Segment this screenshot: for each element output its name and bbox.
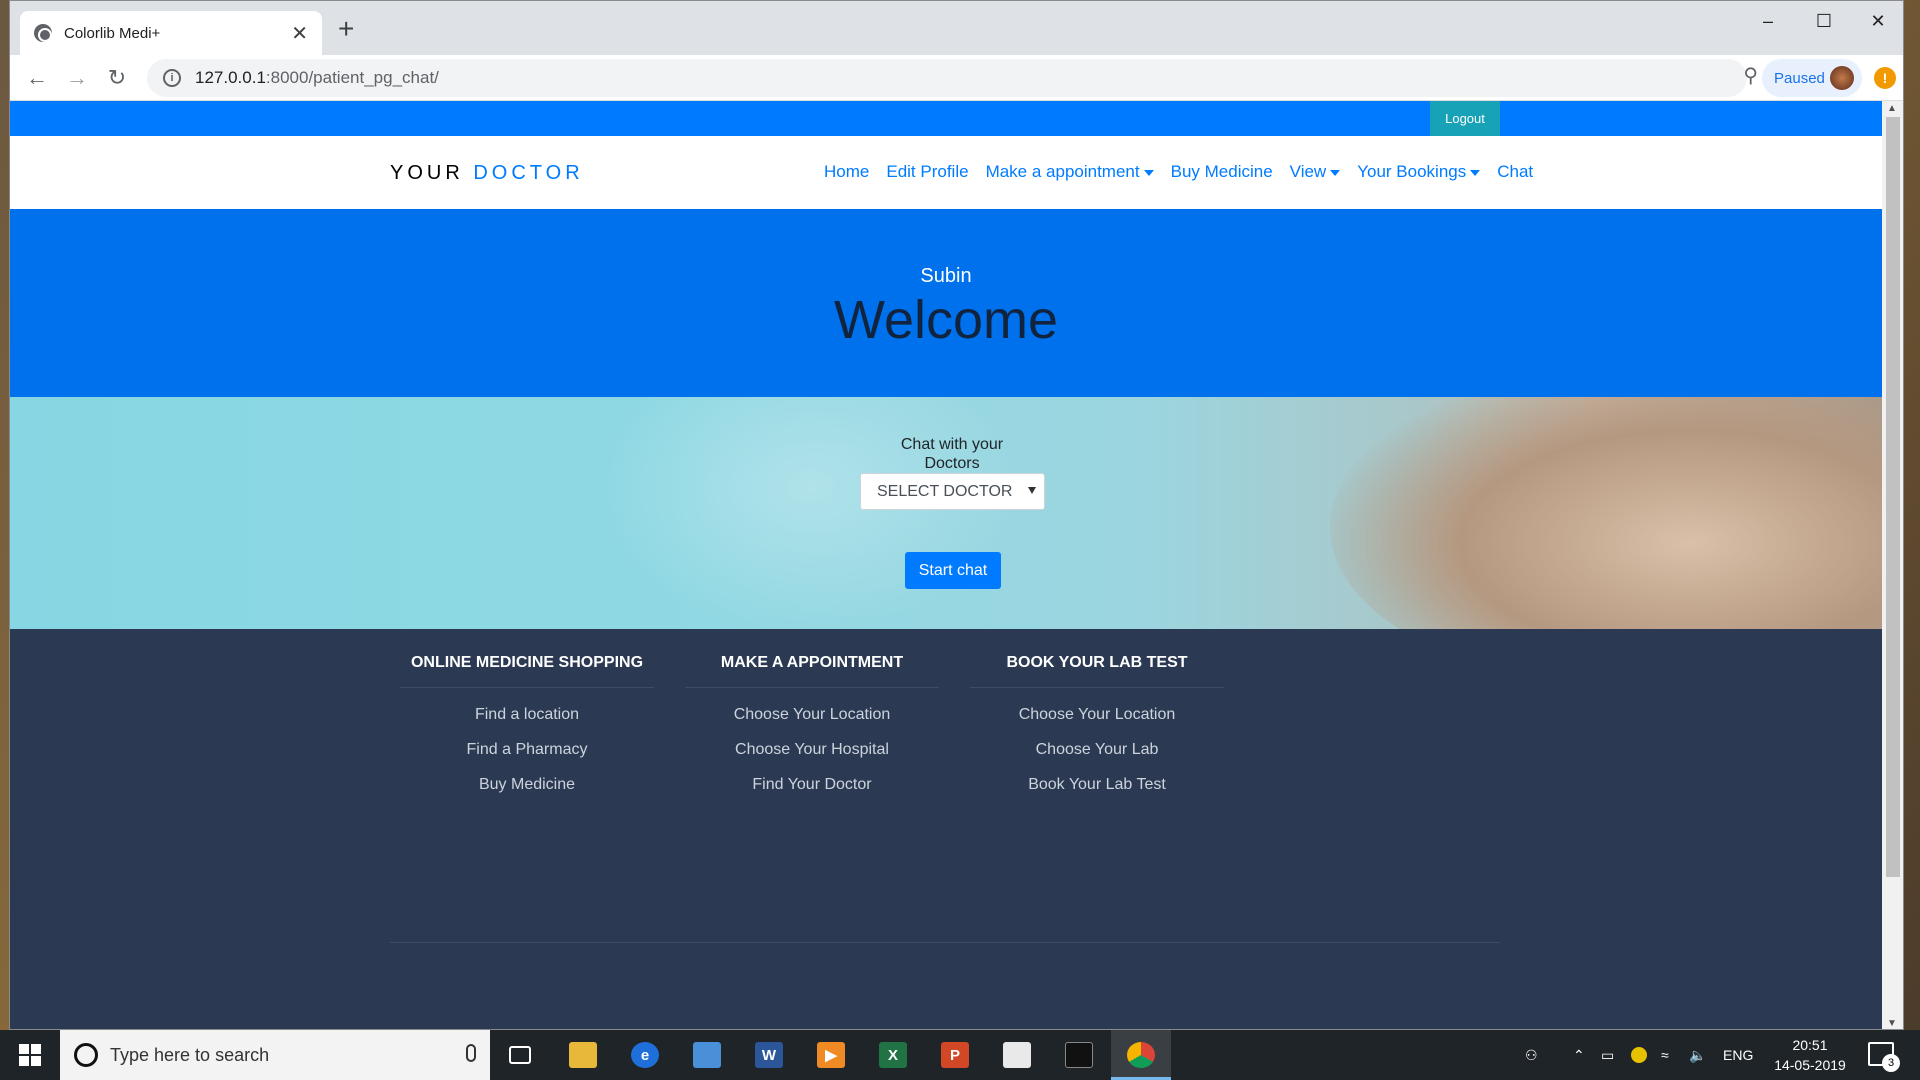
nav-view-dropdown[interactable]: View [1290, 162, 1341, 182]
browser-toolbar: ← → ↻ i 127.0.0.1:8000/patient_pg_chat/ … [10, 55, 1903, 101]
main-menu: Home Edit Profile Make a appointment Buy… [824, 162, 1533, 182]
footer-link[interactable]: Find a location [400, 706, 654, 741]
footer-heading: BOOK YOUR LAB TEST [970, 654, 1224, 688]
footer-link[interactable]: Book Your Lab Test [970, 776, 1224, 811]
logout-button[interactable]: Logout [1430, 101, 1500, 136]
browser-window: Colorlib Medi+ ✕ + – ☐ ✕ ← → ↻ i 127.0.0… [9, 0, 1904, 1030]
media-player-icon[interactable]: ▶ [801, 1030, 861, 1080]
nav-appointment-dropdown[interactable]: Make a appointment [986, 162, 1154, 182]
start-button[interactable] [0, 1030, 60, 1080]
scrollbar-thumb[interactable] [1886, 117, 1900, 877]
nav-chat[interactable]: Chat [1497, 162, 1533, 182]
chrome-icon[interactable] [1111, 1030, 1171, 1080]
scroll-down-icon[interactable]: ▼ [1887, 1018, 1897, 1029]
network-status-icon[interactable] [1631, 1030, 1647, 1080]
cortana-icon [74, 1043, 98, 1067]
notification-icon[interactable]: 3 [1868, 1042, 1900, 1072]
caret-down-icon [1330, 169, 1341, 176]
taskbar-search[interactable]: Type here to search [60, 1030, 490, 1080]
web-page: Logout YOUR DOCTOR Home Edit Profile Mak… [10, 101, 1882, 1029]
clock[interactable]: 20:51 14-05-2019 [1760, 1035, 1860, 1075]
scrollbar[interactable]: ▲ ▼ [1882, 101, 1903, 1029]
footer-link[interactable]: Choose Your Location [685, 706, 939, 741]
top-bar: Logout [10, 101, 1882, 136]
excel-icon[interactable]: X [863, 1030, 923, 1080]
globe-icon [34, 24, 52, 42]
footer-heading: MAKE A APPOINTMENT [685, 654, 939, 688]
doctor-select[interactable]: SELECT DOCTOR [860, 473, 1045, 510]
powerpoint-icon[interactable]: P [925, 1030, 985, 1080]
alert-icon[interactable]: ! [1874, 67, 1896, 89]
profile-label: Paused [1774, 69, 1825, 87]
user-name: Subin [920, 265, 972, 287]
back-icon[interactable]: ← [22, 63, 52, 93]
word-icon[interactable]: W [739, 1030, 799, 1080]
zoom-icon[interactable]: ⚲ [1743, 63, 1758, 88]
brand-logo[interactable]: YOUR DOCTOR [390, 162, 584, 185]
caret-down-icon [1143, 169, 1154, 176]
navbar: YOUR DOCTOR Home Edit Profile Make a app… [10, 136, 1882, 209]
nav-buy-medicine[interactable]: Buy Medicine [1171, 162, 1273, 182]
background-photo [600, 397, 1020, 629]
avatar [1830, 66, 1854, 90]
footer-link[interactable]: Find a Pharmacy [400, 741, 654, 776]
people-icon[interactable]: ⚇ [1525, 1030, 1538, 1080]
welcome-heading: Welcome [833, 290, 1059, 350]
outlook-icon[interactable] [677, 1030, 737, 1080]
welcome-banner: Subin Welcome [10, 209, 1882, 397]
browser-tab[interactable]: Colorlib Medi+ ✕ [20, 11, 322, 55]
forward-icon[interactable]: → [62, 63, 92, 93]
footer-divider [390, 942, 1500, 943]
wifi-icon[interactable]: ≈ [1661, 1030, 1669, 1080]
edge-icon[interactable]: e [615, 1030, 675, 1080]
nav-edit-profile[interactable]: Edit Profile [886, 162, 968, 182]
task-view-icon[interactable] [490, 1030, 550, 1080]
start-chat-button[interactable]: Start chat [905, 552, 1001, 589]
chevron-up-icon[interactable]: ⌃ [1573, 1030, 1585, 1080]
footer: ONLINE MEDICINE SHOPPING Find a location… [10, 629, 1882, 1029]
url-text: 127.0.0.1:8000/patient_pg_chat/ [195, 68, 439, 87]
chat-section: Chat with your Doctors SELECT DOCTOR Sta… [10, 397, 1882, 629]
close-tab-icon[interactable]: ✕ [291, 21, 308, 46]
chat-label: Chat with your Doctors [900, 436, 1004, 472]
battery-icon[interactable]: ▭ [1601, 1030, 1614, 1080]
footer-link[interactable]: Find Your Doctor [685, 776, 939, 811]
footer-link[interactable]: Buy Medicine [400, 776, 654, 811]
footer-link[interactable]: Choose Your Hospital [685, 741, 939, 776]
taskbar: Type here to search e W ▶ X P ⚇ ⌃ ▭ ≈ 🔈 … [0, 1030, 1920, 1080]
reload-icon[interactable]: ↻ [102, 63, 132, 93]
footer-heading: ONLINE MEDICINE SHOPPING [400, 654, 654, 688]
terminal-icon[interactable] [1049, 1030, 1109, 1080]
background-photo-face [1330, 397, 1882, 629]
nav-home[interactable]: Home [824, 162, 869, 182]
address-bar[interactable]: i 127.0.0.1:8000/patient_pg_chat/ [147, 59, 1747, 97]
scroll-up-icon[interactable]: ▲ [1887, 103, 1897, 114]
tab-strip: Colorlib Medi+ ✕ + – ☐ ✕ [10, 1, 1903, 55]
footer-link[interactable]: Choose Your Lab [970, 741, 1224, 776]
caret-down-icon [1470, 169, 1481, 176]
language-indicator[interactable]: ENG [1723, 1030, 1753, 1080]
footer-col-lab: BOOK YOUR LAB TEST Choose Your Location … [970, 654, 1224, 811]
maximize-icon[interactable]: ☐ [1796, 1, 1852, 41]
tab-title: Colorlib Medi+ [64, 24, 161, 42]
footer-col-appointment: MAKE A APPOINTMENT Choose Your Location … [685, 654, 939, 811]
minimize-icon[interactable]: – [1740, 1, 1796, 41]
footer-col-medicine: ONLINE MEDICINE SHOPPING Find a location… [400, 654, 654, 811]
nav-bookings-dropdown[interactable]: Your Bookings [1357, 162, 1481, 182]
microphone-icon[interactable] [466, 1044, 476, 1062]
profile-button[interactable]: Paused [1762, 59, 1862, 97]
footer-link[interactable]: Choose Your Location [970, 706, 1224, 741]
close-window-icon[interactable]: ✕ [1850, 1, 1903, 41]
volume-icon[interactable]: 🔈 [1689, 1030, 1706, 1080]
new-tab-icon[interactable]: + [338, 15, 354, 43]
file-explorer-icon[interactable] [553, 1030, 613, 1080]
python-idle-icon[interactable] [987, 1030, 1047, 1080]
windows-icon [19, 1044, 41, 1066]
info-icon[interactable]: i [163, 69, 181, 87]
dropdown-arrow-icon [1028, 487, 1036, 494]
